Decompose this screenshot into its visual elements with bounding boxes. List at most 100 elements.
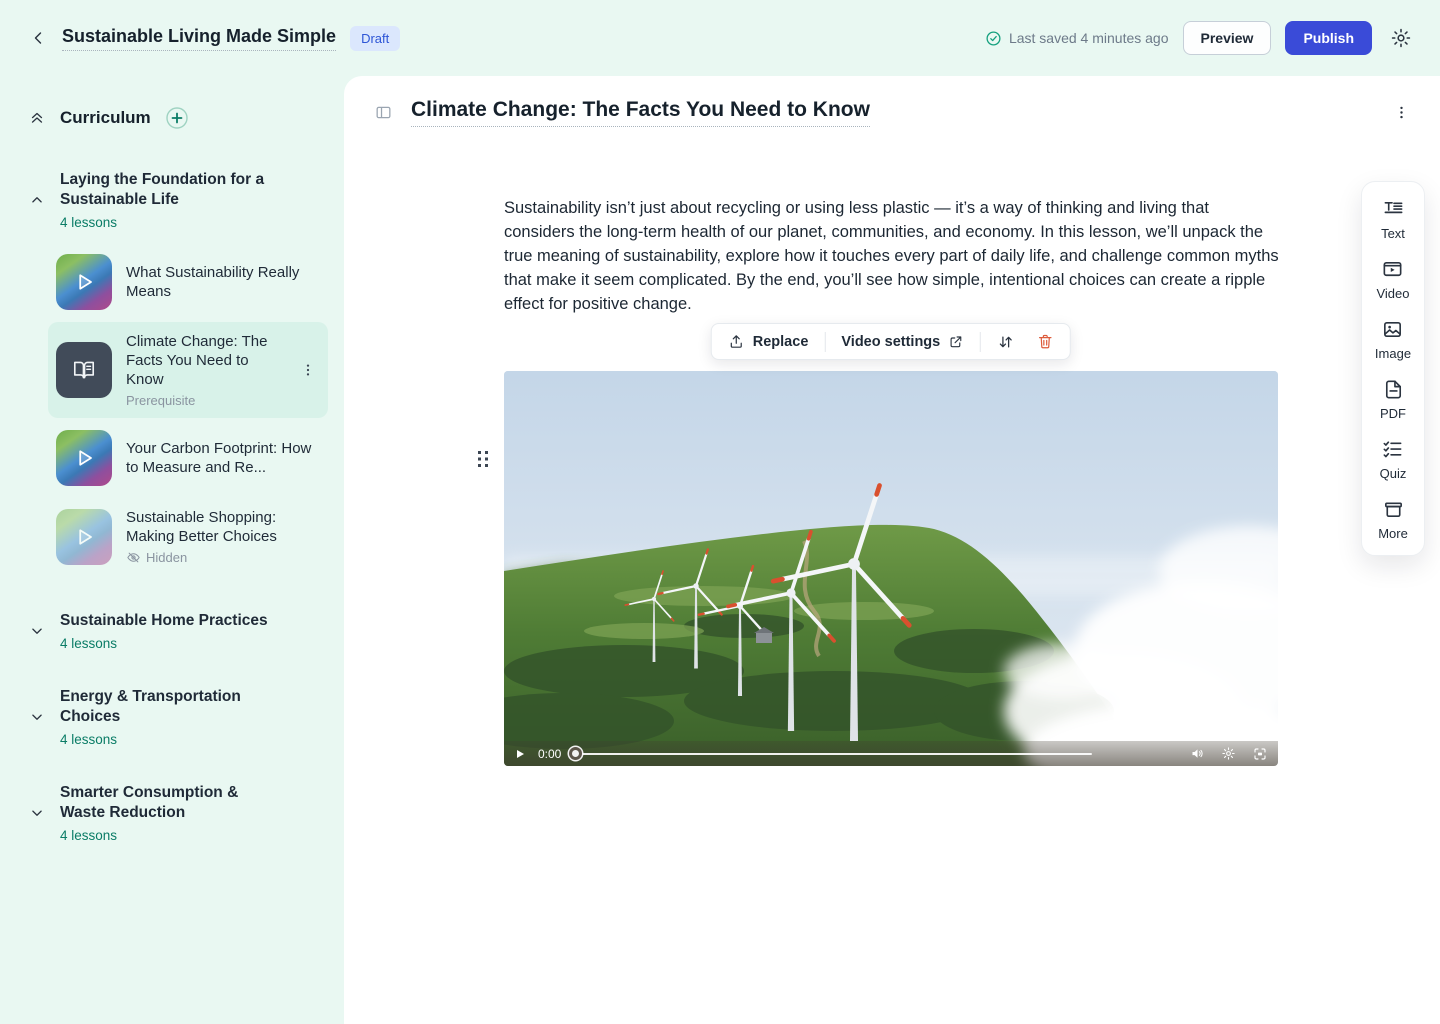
book-open-icon <box>71 357 97 383</box>
more-blocks[interactable]: More <box>1378 498 1408 541</box>
lesson-title: Climate Change: The Facts You Need to Kn… <box>126 332 282 389</box>
curriculum-section: Laying the Foundation for a Sustainable … <box>0 170 344 575</box>
fullscreen-button[interactable] <box>1250 744 1270 764</box>
toggle-sidebar-button[interactable] <box>370 99 397 126</box>
kebab-icon <box>300 362 316 378</box>
player-settings-button[interactable] <box>1219 744 1238 763</box>
lesson-title: Sustainable Shopping: Making Better Choi… <box>126 508 320 546</box>
text-icon <box>1382 198 1405 221</box>
play-icon <box>56 430 112 486</box>
lesson-intro-paragraph[interactable]: Sustainability isn’t just about recyclin… <box>504 196 1280 316</box>
delete-block-button[interactable] <box>1031 329 1060 354</box>
add-text-block[interactable]: Text <box>1381 198 1405 241</box>
chevron-down-icon[interactable] <box>24 800 50 826</box>
lesson-menu-button[interactable] <box>296 358 320 382</box>
move-block-button[interactable] <box>991 329 1021 355</box>
palette-label: More <box>1378 526 1408 541</box>
video-settings-label: Video settings <box>841 334 940 350</box>
current-time: 0:00 <box>538 747 561 761</box>
drag-handle-icon[interactable] <box>476 448 490 470</box>
publish-button[interactable]: Publish <box>1285 21 1372 55</box>
add-pdf-block[interactable]: PDF <box>1380 378 1406 421</box>
video-controls-bar: 0:00 <box>504 741 1278 766</box>
seek-handle[interactable] <box>569 747 582 760</box>
lesson-video-thumbnail <box>56 254 112 310</box>
add-image-block[interactable]: Image <box>1375 318 1411 361</box>
section-title: Smarter Consumption & Waste Reduction <box>60 783 268 823</box>
palette-label: Video <box>1376 286 1409 301</box>
seek-bar[interactable] <box>569 747 1180 761</box>
section-title: Laying the Foundation for a Sustainable … <box>60 170 268 210</box>
video-settings-button[interactable]: Video settings <box>835 330 970 354</box>
last-saved-status: Last saved 4 minutes ago <box>985 30 1169 47</box>
play-button[interactable] <box>512 746 528 762</box>
lesson-badge: Prerequisite <box>126 393 282 408</box>
curriculum-sidebar: Curriculum Laying the Foundation for a S… <box>0 76 344 1024</box>
section-header[interactable]: Sustainable Home Practices 4 lessons <box>0 611 344 651</box>
archive-box-icon <box>1382 498 1405 521</box>
sort-arrows-icon <box>997 333 1015 351</box>
play-icon <box>56 509 112 565</box>
quiz-checklist-icon <box>1381 438 1404 461</box>
lesson-video-thumbnail <box>56 509 112 565</box>
last-saved-text: Last saved 4 minutes ago <box>1009 30 1169 46</box>
kebab-icon <box>1393 104 1410 121</box>
section-title: Sustainable Home Practices <box>60 611 268 631</box>
lesson-title: What Sustainability Really Means <box>126 263 320 301</box>
video-icon <box>1381 258 1404 281</box>
add-section-button[interactable] <box>161 102 193 134</box>
section-header[interactable]: Energy & Transportation Choices 4 lesson… <box>0 687 344 747</box>
lesson-article-tile <box>56 342 112 398</box>
upload-icon <box>728 333 745 350</box>
divider <box>824 332 825 352</box>
section-title: Energy & Transportation Choices <box>60 687 268 727</box>
course-title[interactable]: Sustainable Living Made Simple <box>62 26 336 51</box>
lesson-item[interactable]: What Sustainability Really Means <box>48 244 328 320</box>
lesson-item[interactable]: Your Carbon Footprint: How to Measure an… <box>48 420 328 496</box>
section-lesson-count: 4 lessons <box>60 732 268 747</box>
video-frame-wind-turbines <box>504 371 1278 766</box>
replace-button[interactable]: Replace <box>722 329 815 354</box>
lesson-editor: Climate Change: The Facts You Need to Kn… <box>344 76 1440 1024</box>
lesson-menu-button[interactable] <box>1389 100 1414 125</box>
curriculum-title: Curriculum <box>60 108 151 128</box>
pdf-file-icon <box>1382 378 1405 401</box>
section-lesson-count: 4 lessons <box>60 828 268 843</box>
external-link-icon <box>948 334 964 350</box>
palette-label: Quiz <box>1380 466 1407 481</box>
chevron-down-icon[interactable] <box>24 704 50 730</box>
add-quiz-block[interactable]: Quiz <box>1380 438 1407 481</box>
curriculum-section: Energy & Transportation Choices 4 lesson… <box>0 687 344 747</box>
preview-button[interactable]: Preview <box>1183 21 1272 55</box>
replace-label: Replace <box>753 334 809 350</box>
lesson-item-hidden[interactable]: Sustainable Shopping: Making Better Choi… <box>48 498 328 575</box>
section-header[interactable]: Smarter Consumption & Waste Reduction 4 … <box>0 783 344 843</box>
video-block-toolbar: Replace Video settings <box>711 323 1071 360</box>
plus-circle-icon <box>165 106 189 130</box>
lesson-title: Your Carbon Footprint: How to Measure an… <box>126 439 320 477</box>
eye-off-icon <box>126 550 141 565</box>
palette-label: Text <box>1381 226 1405 241</box>
divider <box>980 332 981 352</box>
chevrons-up-icon <box>28 109 46 127</box>
chevron-up-icon[interactable] <box>24 187 50 213</box>
panel-layout-icon <box>374 103 393 122</box>
collapse-all-button[interactable] <box>24 105 50 131</box>
volume-button[interactable] <box>1188 744 1207 763</box>
video-player[interactable]: 0:00 <box>504 371 1278 766</box>
lesson-item-selected[interactable]: Climate Change: The Facts You Need to Kn… <box>48 322 328 418</box>
app-header: Sustainable Living Made Simple Draft Las… <box>0 0 1440 76</box>
chevron-left-icon <box>28 28 48 48</box>
settings-button[interactable] <box>1386 23 1416 53</box>
add-video-block[interactable]: Video <box>1376 258 1409 301</box>
lesson-video-thumbnail <box>56 430 112 486</box>
section-lesson-count: 4 lessons <box>60 215 268 230</box>
palette-label: PDF <box>1380 406 1406 421</box>
check-circle-icon <box>985 30 1002 47</box>
trash-icon <box>1037 333 1054 350</box>
lesson-page-title[interactable]: Climate Change: The Facts You Need to Kn… <box>411 98 870 127</box>
section-header[interactable]: Laying the Foundation for a Sustainable … <box>0 170 344 230</box>
back-button[interactable] <box>24 24 52 52</box>
lesson-badge: Hidden <box>146 550 187 565</box>
chevron-down-icon[interactable] <box>24 618 50 644</box>
